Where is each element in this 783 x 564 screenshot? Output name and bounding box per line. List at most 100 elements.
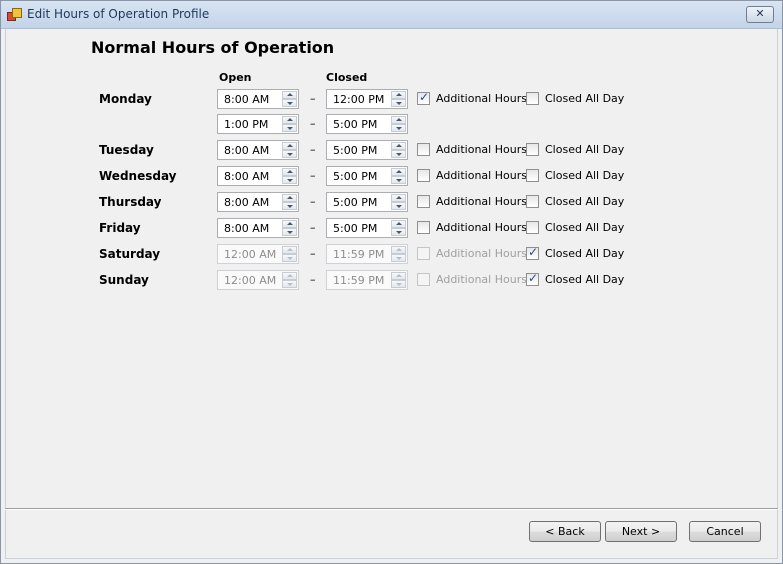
page-title: Normal Hours of Operation (91, 38, 335, 57)
spin-down-icon[interactable] (282, 124, 297, 132)
close-icon: ✕ (755, 7, 765, 20)
spin-up-icon[interactable] (282, 194, 297, 202)
saturday-closed-all-day-checkbox[interactable] (526, 245, 539, 260)
spin-up-icon[interactable] (391, 142, 406, 150)
spin-up-icon (282, 246, 297, 254)
monday-open-time-value: 8:00 AM (224, 93, 270, 106)
monday-extra-close-time[interactable]: 5:00 PM (326, 114, 408, 134)
next-button[interactable]: Next > (605, 521, 677, 542)
monday-close-time-spinner (391, 91, 406, 107)
saturday-open-time-spinner (282, 246, 297, 262)
friday-additional-hours-checkbox[interactable] (417, 221, 430, 234)
spin-up-icon[interactable] (391, 194, 406, 202)
thursday-close-time[interactable]: 5:00 PM (326, 192, 408, 212)
friday-closed-all-day-checkbox[interactable] (526, 221, 539, 234)
time-range-dash: – (310, 247, 316, 260)
monday-open-time-spinner (282, 91, 297, 107)
monday-open-time[interactable]: 8:00 AM (217, 89, 299, 109)
wednesday-additional-hours-checkbox[interactable] (417, 169, 430, 182)
spin-down-icon[interactable] (282, 202, 297, 210)
spin-down-icon (282, 280, 297, 288)
friday-closed-all-day-label[interactable]: Closed All Day (545, 221, 624, 234)
time-range-dash: – (310, 92, 316, 105)
monday-extra-open-time[interactable]: 1:00 PM (217, 114, 299, 134)
spin-down-icon[interactable] (391, 150, 406, 158)
spin-up-icon[interactable] (282, 142, 297, 150)
spin-down-icon[interactable] (282, 150, 297, 158)
wednesday-open-time[interactable]: 8:00 AM (217, 166, 299, 186)
friday-open-time-value: 8:00 AM (224, 222, 270, 235)
monday-additional-hours-checkbox[interactable] (417, 90, 430, 105)
sunday-close-time-value: 11:59 PM (333, 274, 385, 287)
thursday-open-time[interactable]: 8:00 AM (217, 192, 299, 212)
spin-down-icon[interactable] (282, 228, 297, 236)
saturday-open-time-value: 12:00 AM (224, 248, 277, 261)
spin-up-icon[interactable] (282, 168, 297, 176)
monday-close-time[interactable]: 12:00 PM (326, 89, 408, 109)
day-label-wednesday: Wednesday (99, 169, 177, 183)
spin-down-icon (282, 254, 297, 262)
spin-down-icon[interactable] (391, 124, 406, 132)
tuesday-open-time-value: 8:00 AM (224, 144, 270, 157)
spin-up-icon[interactable] (391, 91, 406, 99)
day-label-monday: Monday (99, 92, 152, 106)
thursday-additional-hours-label[interactable]: Additional Hours (436, 195, 527, 208)
wednesday-closed-all-day-checkbox[interactable] (526, 169, 539, 182)
tuesday-closed-all-day-label[interactable]: Closed All Day (545, 143, 624, 156)
thursday-close-time-spinner (391, 194, 406, 210)
spin-up-icon[interactable] (282, 220, 297, 228)
friday-additional-hours-label[interactable]: Additional Hours (436, 221, 527, 234)
tuesday-close-time[interactable]: 5:00 PM (326, 140, 408, 160)
spin-up-icon (282, 272, 297, 280)
thursday-additional-hours-checkbox[interactable] (417, 195, 430, 208)
monday-extra-open-time-spinner (282, 116, 297, 132)
monday-closed-all-day-label[interactable]: Closed All Day (545, 92, 624, 105)
day-label-thursday: Thursday (99, 195, 162, 209)
footer-divider (5, 508, 778, 510)
spin-down-icon[interactable] (391, 228, 406, 236)
sunday-close-time: 11:59 PM (326, 270, 408, 290)
spin-up-icon[interactable] (391, 220, 406, 228)
monday-closed-all-day-checkbox[interactable] (526, 92, 539, 105)
tuesday-additional-hours-label[interactable]: Additional Hours (436, 143, 527, 156)
wednesday-open-time-value: 8:00 AM (224, 170, 270, 183)
tuesday-additional-hours-checkbox[interactable] (417, 143, 430, 156)
thursday-open-time-spinner (282, 194, 297, 210)
thursday-closed-all-day-checkbox[interactable] (526, 195, 539, 208)
sunday-closed-all-day-checkbox[interactable] (526, 271, 539, 286)
saturday-closed-all-day-label[interactable]: Closed All Day (545, 247, 624, 260)
wednesday-close-time-spinner (391, 168, 406, 184)
monday-extra-close-time-spinner (391, 116, 406, 132)
spin-up-icon[interactable] (282, 91, 297, 99)
spin-up-icon[interactable] (391, 116, 406, 124)
tuesday-open-time[interactable]: 8:00 AM (217, 140, 299, 160)
spin-down-icon[interactable] (391, 99, 406, 107)
friday-close-time[interactable]: 5:00 PM (326, 218, 408, 238)
wednesday-close-time[interactable]: 5:00 PM (326, 166, 408, 186)
wednesday-additional-hours-label[interactable]: Additional Hours (436, 169, 527, 182)
close-button[interactable]: ✕ (746, 6, 774, 23)
spin-down-icon[interactable] (391, 202, 406, 210)
back-button[interactable]: < Back (529, 521, 601, 542)
spin-down-icon[interactable] (282, 99, 297, 107)
time-range-dash: – (310, 273, 316, 286)
wednesday-closed-all-day-label[interactable]: Closed All Day (545, 169, 624, 182)
dialog-window: Edit Hours of Operation Profile ✕ Normal… (0, 0, 783, 564)
day-label-tuesday: Tuesday (99, 143, 154, 157)
time-range-dash: – (310, 195, 316, 208)
spin-down-icon[interactable] (391, 176, 406, 184)
cancel-button[interactable]: Cancel (689, 521, 761, 542)
tuesday-close-time-spinner (391, 142, 406, 158)
monday-additional-hours-label[interactable]: Additional Hours (436, 92, 527, 105)
tuesday-closed-all-day-checkbox[interactable] (526, 143, 539, 156)
sunday-additional-hours-label: Additional Hours (436, 273, 527, 286)
thursday-closed-all-day-label[interactable]: Closed All Day (545, 195, 624, 208)
saturday-close-time-value: 11:59 PM (333, 248, 385, 261)
sunday-closed-all-day-label[interactable]: Closed All Day (545, 273, 624, 286)
spin-down-icon (391, 280, 406, 288)
sunday-additional-hours-checkbox (417, 273, 430, 286)
spin-down-icon[interactable] (282, 176, 297, 184)
friday-open-time[interactable]: 8:00 AM (217, 218, 299, 238)
spin-up-icon[interactable] (282, 116, 297, 124)
spin-up-icon[interactable] (391, 168, 406, 176)
